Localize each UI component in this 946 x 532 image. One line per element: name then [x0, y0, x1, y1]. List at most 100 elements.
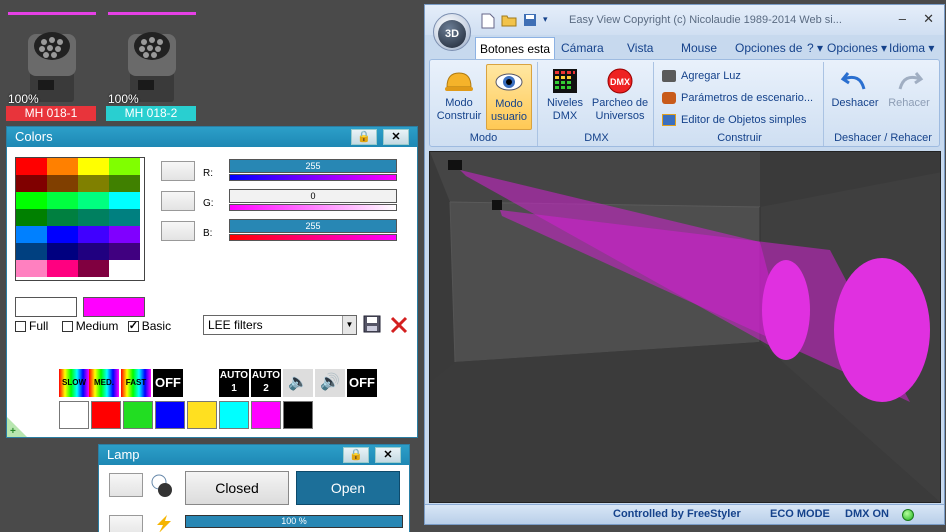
- chevron-down-icon[interactable]: ▼: [342, 316, 356, 334]
- tab-vista[interactable]: Vista: [627, 37, 653, 59]
- lamp-panel-titlebar[interactable]: Lamp 🔒 ✕: [99, 445, 409, 465]
- tab-camara[interactable]: Cámara: [561, 37, 604, 59]
- color-swatch[interactable]: [109, 175, 140, 192]
- colors-panel-titlebar[interactable]: Colors 🔒 ✕: [7, 127, 417, 147]
- color-swatch[interactable]: [109, 192, 140, 209]
- color-swatch[interactable]: [47, 158, 78, 175]
- redo-button[interactable]: Rehacer: [882, 64, 936, 130]
- green-channel-button[interactable]: [161, 191, 195, 211]
- color-swatch[interactable]: [78, 158, 109, 175]
- delete-icon[interactable]: [389, 315, 409, 335]
- editor-objetos-button[interactable]: Editor de Objetos simples: [662, 114, 806, 127]
- lock-icon[interactable]: 🔒: [351, 129, 377, 145]
- lamp-button[interactable]: [109, 473, 143, 497]
- full-checkbox[interactable]: Full: [15, 319, 48, 333]
- blue-channel-button[interactable]: [161, 221, 195, 241]
- green-track[interactable]: [229, 204, 397, 211]
- basic-checkbox[interactable]: Basic: [127, 319, 171, 333]
- color-swatch[interactable]: [47, 260, 78, 277]
- quick-color-tile[interactable]: [219, 401, 249, 429]
- save-icon[interactable]: [523, 13, 537, 27]
- quick-color-tile[interactable]: [91, 401, 121, 429]
- quick-color-tile[interactable]: [283, 401, 313, 429]
- filter-select[interactable]: LEE filters ▼: [203, 315, 357, 335]
- tab-opciones-de[interactable]: Opciones de: [735, 37, 802, 59]
- effect-slow-button[interactable]: SLOW: [59, 369, 89, 397]
- niveles-dmx-button[interactable]: Niveles DMX: [542, 64, 588, 130]
- color-swatch[interactable]: [47, 192, 78, 209]
- fixture-mh018-2[interactable]: 100% MH 018-2: [106, 10, 198, 122]
- open-button[interactable]: Open: [296, 471, 400, 505]
- tab-opciones[interactable]: Opciones ▾: [827, 37, 887, 59]
- red-channel-button[interactable]: [161, 161, 195, 181]
- undo-button[interactable]: Deshacer: [828, 64, 882, 130]
- eco-mode-status[interactable]: ECO MODE: [770, 508, 830, 520]
- qat-dropdown-icon[interactable]: ▾: [543, 14, 548, 25]
- color-swatch[interactable]: [16, 158, 47, 175]
- lock-icon[interactable]: 🔒: [343, 447, 369, 463]
- color-swatch[interactable]: [47, 226, 78, 243]
- quick-color-tile[interactable]: [187, 401, 217, 429]
- checkbox-box[interactable]: [15, 321, 26, 333]
- close-icon[interactable]: ✕: [923, 11, 934, 27]
- blue-track[interactable]: [229, 234, 397, 241]
- color-swatch[interactable]: [78, 175, 109, 192]
- color-swatch[interactable]: [109, 243, 140, 260]
- minimize-icon[interactable]: –: [899, 11, 906, 26]
- color-swatch[interactable]: [78, 192, 109, 209]
- fixture-mh018-1[interactable]: 100% MH 018-1: [6, 10, 98, 122]
- parametros-escenario-button[interactable]: Parámetros de escenario...: [662, 92, 813, 105]
- effect-fast-button[interactable]: FAST: [121, 369, 151, 397]
- color-swatch[interactable]: [16, 243, 47, 260]
- closed-button[interactable]: Closed: [185, 471, 289, 505]
- new-file-icon[interactable]: [481, 13, 495, 29]
- close-icon[interactable]: ✕: [375, 447, 401, 463]
- color-swatch[interactable]: [16, 175, 47, 192]
- save-icon[interactable]: [363, 315, 381, 333]
- quick-color-tile[interactable]: [251, 401, 281, 429]
- modo-construir-button[interactable]: Modo Construir: [436, 64, 482, 130]
- lamp-intensity-slider[interactable]: 100 %: [185, 515, 403, 528]
- color-swatch[interactable]: [16, 226, 47, 243]
- color-swatch[interactable]: [16, 209, 47, 226]
- quick-color-tile[interactable]: [123, 401, 153, 429]
- green-value-slider[interactable]: 0: [229, 189, 397, 203]
- tab-mouse[interactable]: Mouse: [681, 37, 717, 59]
- color-swatch[interactable]: [78, 226, 109, 243]
- quick-color-tile[interactable]: [59, 401, 89, 429]
- parcheo-universos-button[interactable]: DMX Parcheo de Universos: [590, 64, 650, 130]
- red-value-slider[interactable]: 255: [229, 159, 397, 173]
- quick-color-tile[interactable]: [155, 401, 185, 429]
- color-swatch[interactable]: [16, 260, 47, 277]
- color-swatch[interactable]: [47, 243, 78, 260]
- color-swatch[interactable]: [16, 192, 47, 209]
- color-swatch[interactable]: [47, 175, 78, 192]
- medium-checkbox[interactable]: Medium: [61, 319, 118, 333]
- lamp-intensity-button[interactable]: [109, 515, 143, 532]
- color-swatch[interactable]: [78, 209, 109, 226]
- speaker-on-icon[interactable]: 🔊: [315, 369, 345, 397]
- modo-usuario-button[interactable]: Modo usuario: [486, 64, 532, 130]
- tab-help[interactable]: ? ▾: [807, 37, 823, 59]
- color-swatch[interactable]: [78, 243, 109, 260]
- checkbox-box[interactable]: [61, 321, 73, 333]
- color-swatch[interactable]: [109, 158, 140, 175]
- effect-med-button[interactable]: MED.: [89, 369, 119, 397]
- speaker-icon[interactable]: 🔈: [283, 369, 313, 397]
- checkbox-box[interactable]: [127, 319, 139, 333]
- color-swatch[interactable]: [109, 226, 140, 243]
- close-icon[interactable]: ✕: [383, 129, 409, 145]
- color-swatch[interactable]: [109, 209, 140, 226]
- blue-value-slider[interactable]: 255: [229, 219, 397, 233]
- color-swatch-grid[interactable]: [15, 157, 145, 281]
- tab-botones[interactable]: Botones esta: [475, 37, 556, 59]
- tab-idioma[interactable]: Idioma ▾: [889, 37, 934, 59]
- open-folder-icon[interactable]: [501, 13, 517, 27]
- add-icon[interactable]: +: [7, 417, 27, 437]
- effect-auto-2-button[interactable]: AUTO 2: [251, 369, 281, 397]
- color-swatch[interactable]: [47, 209, 78, 226]
- app-orb-button[interactable]: 3D: [433, 13, 471, 51]
- red-track[interactable]: [229, 174, 397, 181]
- color-swatch[interactable]: [78, 260, 109, 277]
- effect-off-button[interactable]: OFF: [153, 369, 183, 397]
